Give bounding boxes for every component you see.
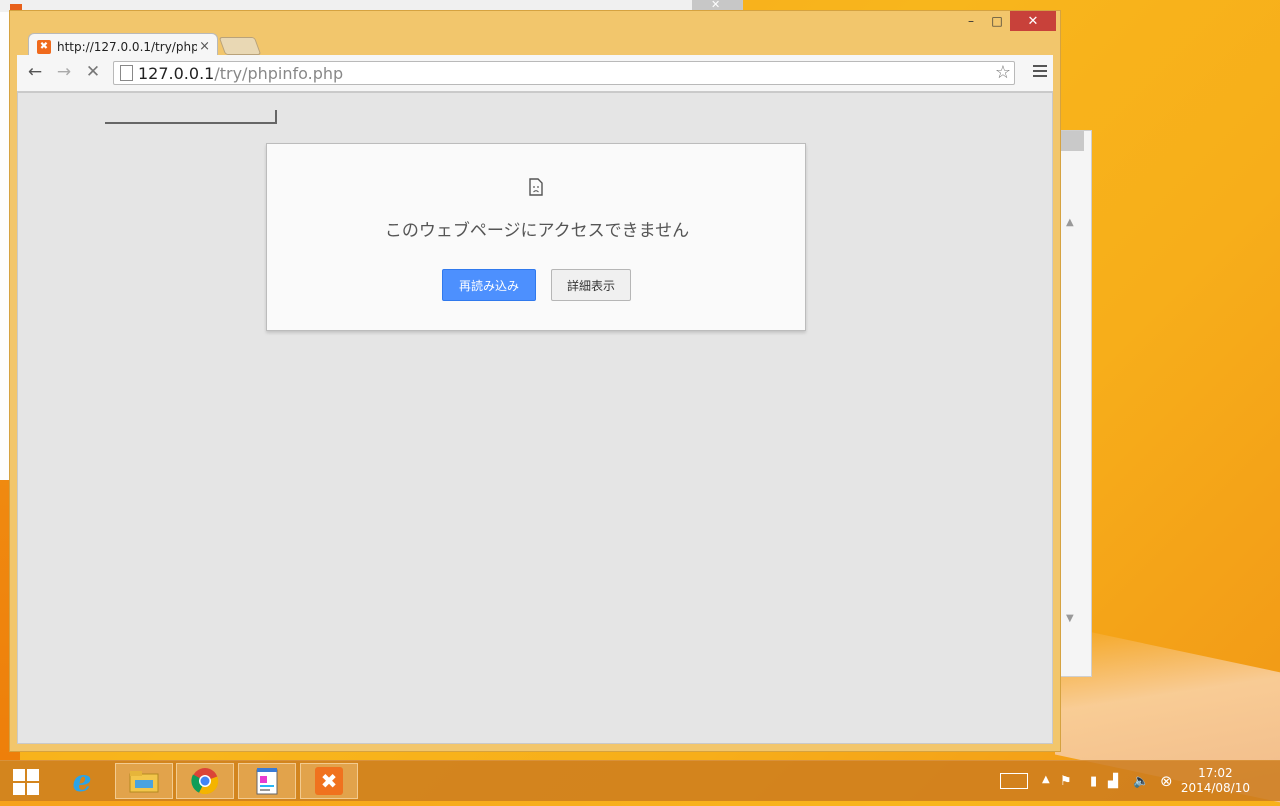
menu-icon-bar [1033, 70, 1047, 72]
taskbar-xampp[interactable]: ✖ [300, 763, 358, 799]
battery-icon[interactable]: ▮ [1090, 774, 1097, 789]
maximize-icon: □ [991, 14, 1003, 28]
chrome-menu-button[interactable] [1033, 65, 1047, 80]
file-explorer-icon [129, 771, 159, 793]
taskbar-file-explorer[interactable] [115, 763, 173, 799]
url-host: 127.0.0.1 [138, 64, 215, 83]
minimize-button[interactable]: – [958, 11, 984, 31]
action-center-flag-icon[interactable]: ⚑ [1060, 774, 1072, 789]
clock-date: 2014/08/10 [1180, 781, 1250, 795]
menu-icon-bar [1033, 75, 1047, 77]
windows-logo-pane [13, 769, 25, 781]
sad-page-icon [529, 178, 543, 196]
forward-arrow-icon: → [56, 62, 72, 82]
window-controls: – □ ✕ [958, 11, 1056, 33]
decorative-bar [105, 110, 277, 124]
browser-toolbar: ← → ✕ 127.0.0.1/try/phpinfo.php ☆ [17, 55, 1053, 92]
status-x-icon[interactable]: ⊗ [1160, 772, 1173, 790]
taskbar-notepad[interactable] [238, 763, 296, 799]
tab-title: http://127.0.0.1/try/phpinfo.php [57, 40, 197, 54]
ie-icon: e [72, 763, 92, 799]
new-tab-button[interactable] [218, 37, 262, 55]
close-icon: ✕ [1027, 13, 1039, 29]
back-arrow-icon: ← [27, 62, 43, 82]
details-button[interactable]: 詳細表示 [551, 269, 631, 301]
error-card: このウェブページにアクセスできません 再読み込み 詳細表示 [266, 143, 806, 331]
notepad-icon [256, 768, 278, 795]
windows-logo-pane [27, 769, 39, 781]
clock-time: 17:02 [1198, 766, 1233, 780]
menu-icon-bar [1033, 65, 1047, 67]
volume-icon[interactable]: 🔈 [1133, 774, 1149, 789]
error-title: このウェブページにアクセスできません [384, 221, 690, 241]
maximize-button[interactable]: □ [984, 11, 1010, 31]
forward-button[interactable]: → [54, 62, 74, 82]
back-button[interactable]: ← [25, 62, 45, 82]
stop-button[interactable]: ✕ [83, 62, 103, 82]
system-tray: ▲ ⚑ ▮ ▟ 🔈 ⊗ 17:02 2014/08/10 [990, 761, 1280, 801]
taskbar-chrome[interactable] [176, 763, 234, 799]
page-icon [120, 65, 133, 81]
reload-button[interactable]: 再読み込み [442, 269, 536, 301]
start-button[interactable] [13, 769, 39, 795]
show-hidden-icons-icon[interactable]: ▲ [1042, 774, 1050, 785]
xampp-favicon-icon: ✖ [37, 40, 51, 54]
taskbar-ie[interactable]: e [53, 763, 111, 799]
touch-keyboard-icon[interactable] [1000, 773, 1028, 789]
stop-icon: ✕ [85, 62, 101, 82]
taskbar: e ✖ ▲ ⚑ ▮ ▟ 🔈 ⊗ 17:02 2014/08/10 [0, 760, 1280, 801]
xampp-icon: ✖ [315, 767, 343, 795]
windows-logo-pane [13, 783, 25, 795]
windows-logo-pane [27, 783, 39, 795]
scroll-up-icon[interactable]: ▲ [1066, 217, 1074, 228]
close-window-button[interactable]: ✕ [1010, 11, 1056, 31]
chrome-window[interactable]: – □ ✕ ✖ http://127.0.0.1/try/phpinfo.php… [9, 10, 1061, 752]
tab-close-button[interactable]: × [199, 39, 210, 54]
minimize-icon: – [968, 14, 974, 28]
page-viewport: このウェブページにアクセスできません 再読み込み 詳細表示 [17, 92, 1053, 744]
clock[interactable]: 17:02 2014/08/10 [1181, 766, 1250, 796]
chrome-icon [191, 768, 219, 795]
url-path: /try/phpinfo.php [214, 64, 344, 83]
address-text: 127.0.0.1/try/phpinfo.php [138, 64, 343, 83]
scroll-down-icon[interactable]: ▼ [1066, 613, 1074, 624]
address-bar[interactable]: 127.0.0.1/try/phpinfo.php ☆ [113, 61, 1015, 85]
bookmark-star-icon[interactable]: ☆ [995, 62, 1011, 83]
network-signal-icon[interactable]: ▟ [1108, 774, 1118, 789]
